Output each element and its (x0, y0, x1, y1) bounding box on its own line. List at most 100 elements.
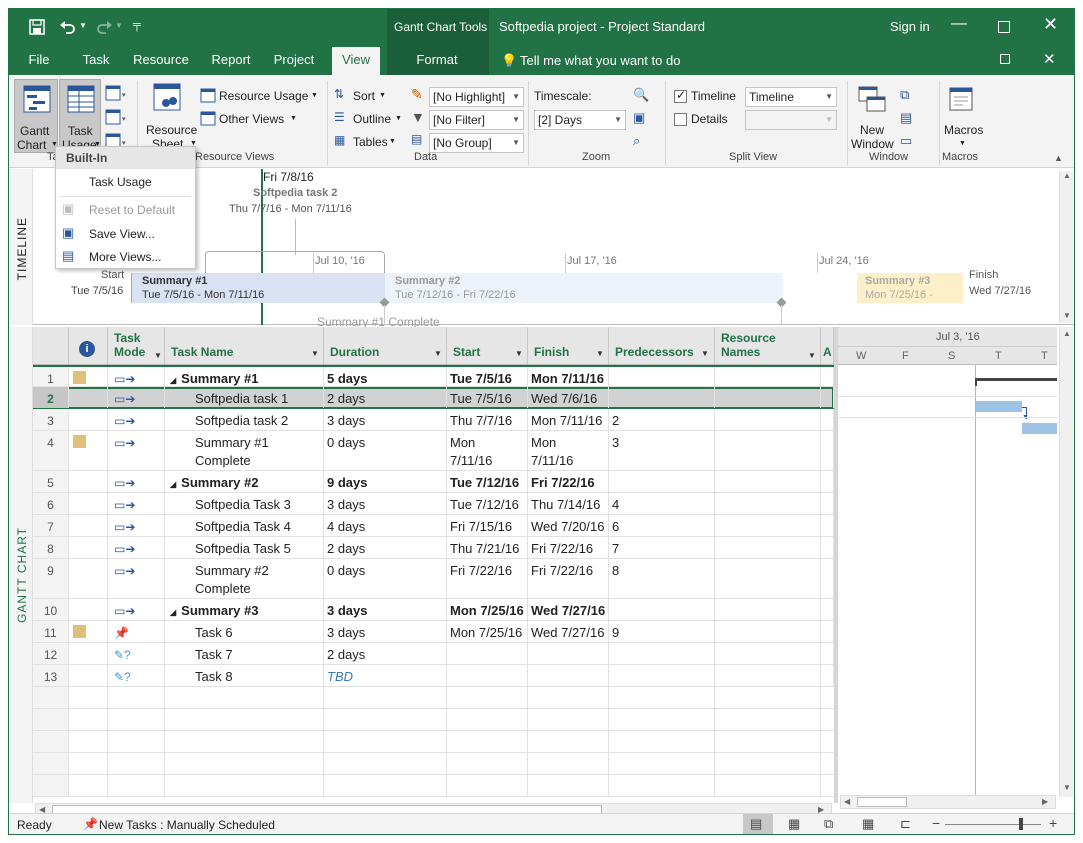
finish-cell[interactable]: Wed 7/20/16 (528, 515, 609, 536)
duration-cell[interactable]: 5 days (324, 367, 447, 386)
empty-cell[interactable] (447, 687, 528, 708)
finish-cell[interactable]: Fri 7/22/16 (528, 537, 609, 558)
task-bar-1[interactable] (976, 401, 1022, 412)
empty-cell[interactable] (609, 687, 715, 708)
duration-header[interactable]: Duration ▼ (324, 327, 447, 365)
empty-cell[interactable] (165, 753, 324, 774)
empty-cell[interactable] (108, 709, 165, 730)
add-column-cell[interactable] (821, 599, 834, 620)
finish-cell[interactable]: Mon 7/11/16 (528, 409, 609, 430)
task-mode-header[interactable]: Task Mode ▼ (108, 327, 165, 365)
task-name-cell[interactable]: Softpedia task 2 (165, 409, 324, 430)
empty-cell[interactable] (528, 687, 609, 708)
task-mode-cell[interactable]: ✎? (108, 643, 165, 664)
maximize-icon[interactable] (998, 21, 1010, 33)
highlight-select[interactable]: [No Highlight] ▼ (429, 87, 524, 107)
resource-names-cell[interactable] (715, 409, 821, 430)
resource-names-cell[interactable] (715, 367, 821, 386)
resource-names-cell[interactable] (715, 493, 821, 514)
empty-cell[interactable] (108, 775, 165, 796)
empty-cell[interactable] (165, 687, 324, 708)
finish-cell[interactable]: Wed 7/27/16 (528, 599, 609, 620)
duration-cell[interactable]: 9 days (324, 471, 447, 492)
finish-cell[interactable]: Thu 7/14/16 (528, 493, 609, 514)
predecessors-cell[interactable]: 8 (609, 559, 715, 598)
select-all-header[interactable] (33, 327, 69, 365)
task-mode-cell[interactable]: ▭➔ (108, 431, 165, 470)
zoom-slider-track[interactable] (945, 824, 1041, 825)
task-name-cell[interactable]: ◢ Summary #3 (165, 599, 324, 620)
indicator-cell[interactable] (69, 471, 108, 492)
empty-cell[interactable] (609, 775, 715, 796)
zoom-out-icon[interactable]: − (932, 815, 940, 831)
collapse-triangle-icon[interactable]: ◢ (170, 608, 176, 617)
timeline-scrollbar[interactable]: ▲ ▼ (1059, 171, 1073, 323)
task-name-cell[interactable]: Softpedia Task 4 (165, 515, 324, 536)
row-number[interactable] (33, 709, 69, 730)
empty-cell[interactable] (715, 709, 821, 730)
task-name-cell[interactable]: Task 7 (165, 643, 324, 664)
tab-resource[interactable]: Resource (129, 47, 193, 75)
undo-dropdown-icon[interactable]: ▼ (79, 21, 87, 30)
table-row[interactable]: 8 ▭➔ Softpedia Task 5 2 days Thu 7/21/16 Fri … (33, 537, 834, 559)
indicator-cell[interactable] (69, 367, 108, 386)
predecessors-header[interactable]: Predecessors ▼ (609, 327, 715, 365)
finish-cell[interactable]: Fri 7/22/16 (528, 559, 609, 598)
row-number[interactable]: 9 (33, 559, 69, 598)
menu-item-task-usage[interactable]: Task Usage (56, 171, 195, 193)
task-mode-cell[interactable]: ✎? (108, 665, 165, 686)
task-mode-cell[interactable]: ▭➔ (108, 559, 165, 598)
empty-cell[interactable] (447, 775, 528, 796)
resource-names-cell[interactable] (715, 599, 821, 620)
empty-cell[interactable] (69, 753, 108, 774)
finish-cell[interactable] (528, 643, 609, 664)
tab-report[interactable]: Report (207, 47, 255, 75)
tab-view[interactable]: View (332, 47, 380, 75)
start-cell[interactable] (447, 643, 528, 664)
new-window-button[interactable]: New Window (851, 79, 895, 151)
group-select[interactable]: [No Group] ▼ (429, 133, 524, 153)
arrange-all-icon[interactable]: ▤ (900, 110, 912, 126)
predecessors-cell[interactable]: 6 (609, 515, 715, 536)
collapse-triangle-icon[interactable]: ◢ (170, 480, 176, 489)
predecessors-cell[interactable]: 2 (609, 409, 715, 430)
empty-cell[interactable] (165, 775, 324, 796)
predecessors-cell[interactable] (609, 643, 715, 664)
empty-cell[interactable] (69, 709, 108, 730)
row-number[interactable]: 10 (33, 599, 69, 620)
timeline-bar-summary-1[interactable]: Summary #1 Tue 7/5/16 - Mon 7/11/16 (131, 273, 385, 303)
empty-cell[interactable] (69, 775, 108, 796)
scroll-right-icon[interactable]: ▶ (1042, 797, 1048, 806)
scroll-down-icon[interactable]: ▼ (1063, 311, 1071, 320)
task-name-cell[interactable]: Softpedia task 1 (165, 387, 324, 408)
add-column-cell[interactable] (821, 537, 834, 558)
empty-cell[interactable] (447, 753, 528, 774)
resource-names-cell[interactable] (715, 387, 821, 408)
predecessors-cell[interactable]: 7 (609, 537, 715, 558)
chart-scrollbar[interactable]: ▲ ▼ (1059, 327, 1073, 797)
predecessors-cell[interactable]: 3 (609, 431, 715, 470)
add-column-cell[interactable] (821, 493, 834, 514)
add-column-cell[interactable] (821, 409, 834, 430)
tab-project[interactable]: Project (269, 47, 319, 75)
row-number[interactable]: 5 (33, 471, 69, 492)
finish-cell[interactable]: Mon 7/11/16 (528, 367, 609, 386)
task-usage-view-icon[interactable]: ▦ (788, 816, 800, 832)
predecessors-cell[interactable] (609, 367, 715, 386)
empty-cell[interactable] (715, 731, 821, 752)
tables-button[interactable]: Tables (353, 135, 388, 149)
add-column-cell[interactable] (821, 515, 834, 536)
duration-cell[interactable]: 2 days (324, 387, 447, 408)
selected-tasks-icon[interactable]: ⌕ (633, 133, 640, 149)
chart-hscroll-thumb[interactable] (857, 797, 907, 807)
table-row[interactable]: 12 ✎? Task 7 2 days (33, 643, 834, 665)
sign-in-link[interactable]: Sign in (890, 19, 930, 34)
indicator-cell[interactable] (69, 599, 108, 620)
resource-names-header[interactable]: Resource Names ▼ (715, 327, 821, 365)
save-icon[interactable] (29, 19, 45, 35)
tab-format[interactable]: Format (409, 47, 465, 75)
add-column-cell[interactable] (821, 431, 834, 470)
timeline-checkbox[interactable]: ✓ (674, 88, 687, 103)
task-name-cell[interactable]: Task 6 (165, 621, 324, 642)
report-view-icon[interactable]: ⊏ (900, 816, 911, 832)
